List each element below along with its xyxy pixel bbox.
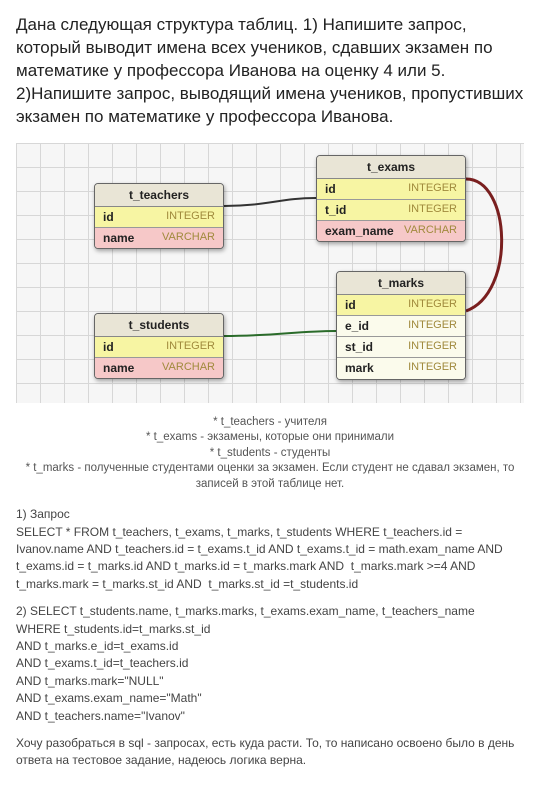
legend-line: * t_students - студенты [16,446,524,462]
column-name: id [95,207,149,227]
column-name: t_id [317,200,371,220]
column-type: INTEGER [371,200,465,220]
answer-2: 2) SELECT t_students.name, t_marks.marks… [16,603,524,725]
table-title: t_exams [317,156,465,179]
column-row: idINTEGER [317,179,465,199]
table-title: t_marks [337,272,465,295]
column-name: st_id [337,337,391,357]
problem-statement: Дана следующая структура таблиц. 1) Напи… [16,14,524,129]
column-type: INTEGER [391,358,465,378]
column-row: exam_nameVARCHAR [317,220,465,241]
column-row: idINTEGER [337,295,465,315]
column-row: t_idINTEGER [317,199,465,220]
column-row: nameVARCHAR [95,357,223,378]
column-name: name [95,228,149,248]
table-title: t_teachers [95,184,223,207]
column-type: INTEGER [391,295,465,315]
column-name: id [317,179,371,199]
answer-1: 1) Запрос SELECT * FROM t_teachers, t_ex… [16,506,524,593]
table-teachers: t_teachers idINTEGERnameVARCHAR [94,183,224,250]
column-name: id [95,337,149,357]
table-students: t_students idINTEGERnameVARCHAR [94,313,224,380]
column-type: INTEGER [391,337,465,357]
column-name: mark [337,358,391,378]
column-type: INTEGER [371,179,465,199]
column-name: e_id [337,316,391,336]
table-body: idINTEGERnameVARCHAR [95,207,223,248]
table-body: idINTEGERnameVARCHAR [95,337,223,378]
er-diagram: t_teachers idINTEGERnameVARCHAR t_exams … [16,143,524,403]
column-type: VARCHAR [396,221,465,241]
column-type: VARCHAR [149,358,223,378]
table-body: idINTEGERt_idINTEGERexam_nameVARCHAR [317,179,465,242]
column-type: INTEGER [149,207,223,227]
column-row: idINTEGER [95,337,223,357]
column-type: INTEGER [391,316,465,336]
table-exams: t_exams idINTEGERt_idINTEGERexam_nameVAR… [316,155,466,243]
column-row: st_idINTEGER [337,336,465,357]
sql-answers: 1) Запрос SELECT * FROM t_teachers, t_ex… [16,506,524,725]
legend-line: * t_marks - полученные студентами оценки… [16,461,524,492]
column-row: e_idINTEGER [337,315,465,336]
column-row: markINTEGER [337,357,465,378]
column-name: id [337,295,391,315]
column-name: exam_name [317,221,396,241]
table-marks: t_marks idINTEGERe_idINTEGERst_idINTEGER… [336,271,466,380]
legend-line: * t_teachers - учителя [16,415,524,431]
column-name: name [95,358,149,378]
column-type: VARCHAR [149,228,223,248]
column-row: idINTEGER [95,207,223,227]
table-body: idINTEGERe_idINTEGERst_idINTEGERmarkINTE… [337,295,465,379]
column-type: INTEGER [149,337,223,357]
table-title: t_students [95,314,223,337]
diagram-legend: * t_teachers - учителя* t_exams - экзаме… [16,415,524,493]
legend-line: * t_exams - экзамены, которые они приним… [16,430,524,446]
footnote: Хочу разобраться в sql - запросах, есть … [16,735,524,770]
column-row: nameVARCHAR [95,227,223,248]
